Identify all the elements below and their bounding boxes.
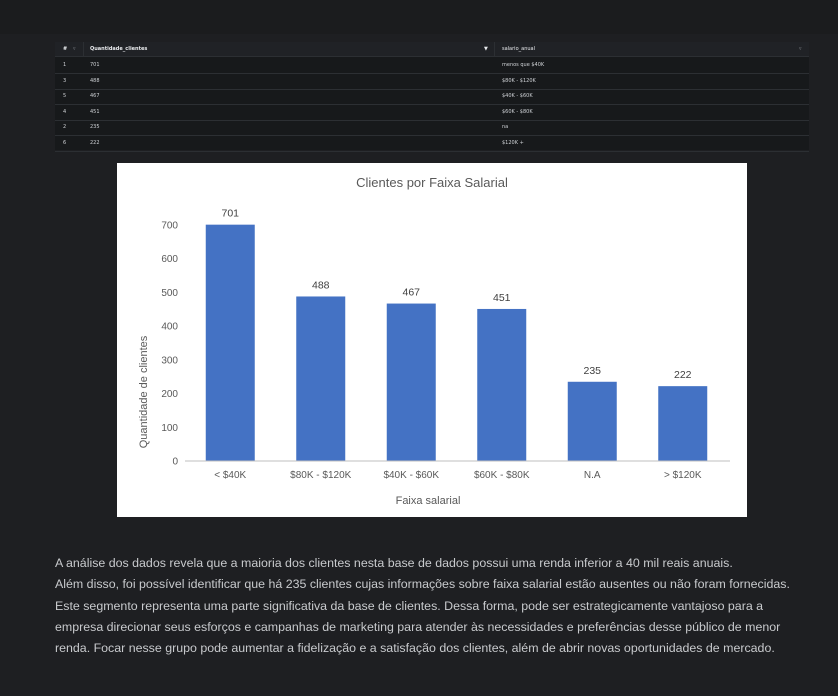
column-divider[interactable] [494,42,495,56]
y-tick-label: 200 [161,389,178,400]
data-table: # ▿ Quantidade_clientes ▼ salario_anual … [55,42,809,152]
cell-salario: $120K + [502,140,524,146]
data-label: 701 [221,208,239,220]
bar [477,308,527,461]
bar [658,386,708,461]
analysis-line: empresa direcionar seus esforços e campa… [55,619,781,634]
y-tick-label: 500 [161,288,178,299]
header-index[interactable]: # [63,42,81,56]
column-divider[interactable] [83,42,84,56]
y-tick-label: 600 [161,254,178,265]
chart-panel: Clientes por Faixa Salarial Faixa salari… [117,163,747,517]
cell-quantidade: 467 [90,93,100,100]
x-tick-label: $40K - $60K [383,470,439,481]
row-index: 3 [63,77,67,84]
y-tick-label: 400 [161,322,178,333]
x-tick-label: $60K - $80K [474,470,530,481]
bar [567,381,617,461]
row-index: 2 [63,124,67,131]
x-tick-label: $80K - $120K [290,470,351,481]
row-index: 4 [63,108,67,115]
cell-quantidade: 701 [90,62,100,68]
row-index: 6 [63,140,67,146]
bar [386,303,436,461]
y-axis-title: Quantidade de clientes [138,335,150,448]
data-label: 222 [674,369,692,381]
x-tick-label: N.A [584,470,601,481]
dropdown-icon[interactable]: ▿ [799,42,802,56]
table-row[interactable]: 6 222 $120K + [55,135,809,152]
header-quantidade-clientes[interactable]: Quantidade_clientes [90,42,490,56]
top-band [0,0,838,34]
x-tick-label: < $40K [214,470,246,481]
table-row[interactable]: 2 235 na [55,119,809,137]
table-row[interactable]: 1 701 menos que $40K [55,57,809,74]
analysis-line: Este segmento representa uma parte signi… [55,598,764,613]
y-tick-label: 0 [172,457,178,468]
y-tick-label: 300 [161,355,178,366]
x-axis-title: Faixa salarial [396,495,461,507]
cell-quantidade: 235 [90,124,100,131]
x-tick-label: > $120K [664,470,702,481]
analysis-line: Além disso, foi possível identificar que… [55,577,790,592]
bar-chart: Clientes por Faixa Salarial Faixa salari… [138,175,730,507]
cell-quantidade: 222 [90,140,100,146]
sort-icon[interactable]: ▿ [73,42,76,56]
filter-icon[interactable]: ▼ [484,42,488,56]
data-label: 467 [402,287,420,299]
cell-salario: $40K - $60K [502,93,533,100]
table-row[interactable]: 5 467 $40K - $60K [55,88,809,106]
data-label: 488 [312,279,330,291]
table-header: # ▿ Quantidade_clientes ▼ salario_anual … [55,42,809,57]
row-index: 1 [63,62,67,68]
data-label: 235 [583,365,601,377]
analysis-text: A análise dos dados revela que a maioria… [55,553,825,659]
cell-salario: $60K - $80K [502,108,533,115]
cell-salario: menos que $40K [502,62,545,68]
table-row[interactable]: 4 451 $60K - $80K [55,104,809,121]
analysis-line: A análise dos dados revela que a maioria… [55,556,733,570]
bar [205,224,255,461]
cell-quantidade: 488 [90,77,100,84]
row-index: 5 [63,93,67,100]
y-tick-label: 700 [161,221,178,232]
chart-title: Clientes por Faixa Salarial [356,175,508,190]
analysis-line: renda. Focar nesse grupo pode aumentar a… [55,641,775,656]
data-label: 451 [493,292,511,304]
bar [296,296,346,461]
table-row[interactable]: 3 488 $80K - $120K [55,73,809,90]
header-salario-anual[interactable]: salario_anual [502,42,782,56]
cell-salario: na [502,124,509,131]
y-tick-label: 100 [161,423,178,434]
cell-salario: $80K - $120K [502,77,536,84]
cell-quantidade: 451 [90,108,100,115]
